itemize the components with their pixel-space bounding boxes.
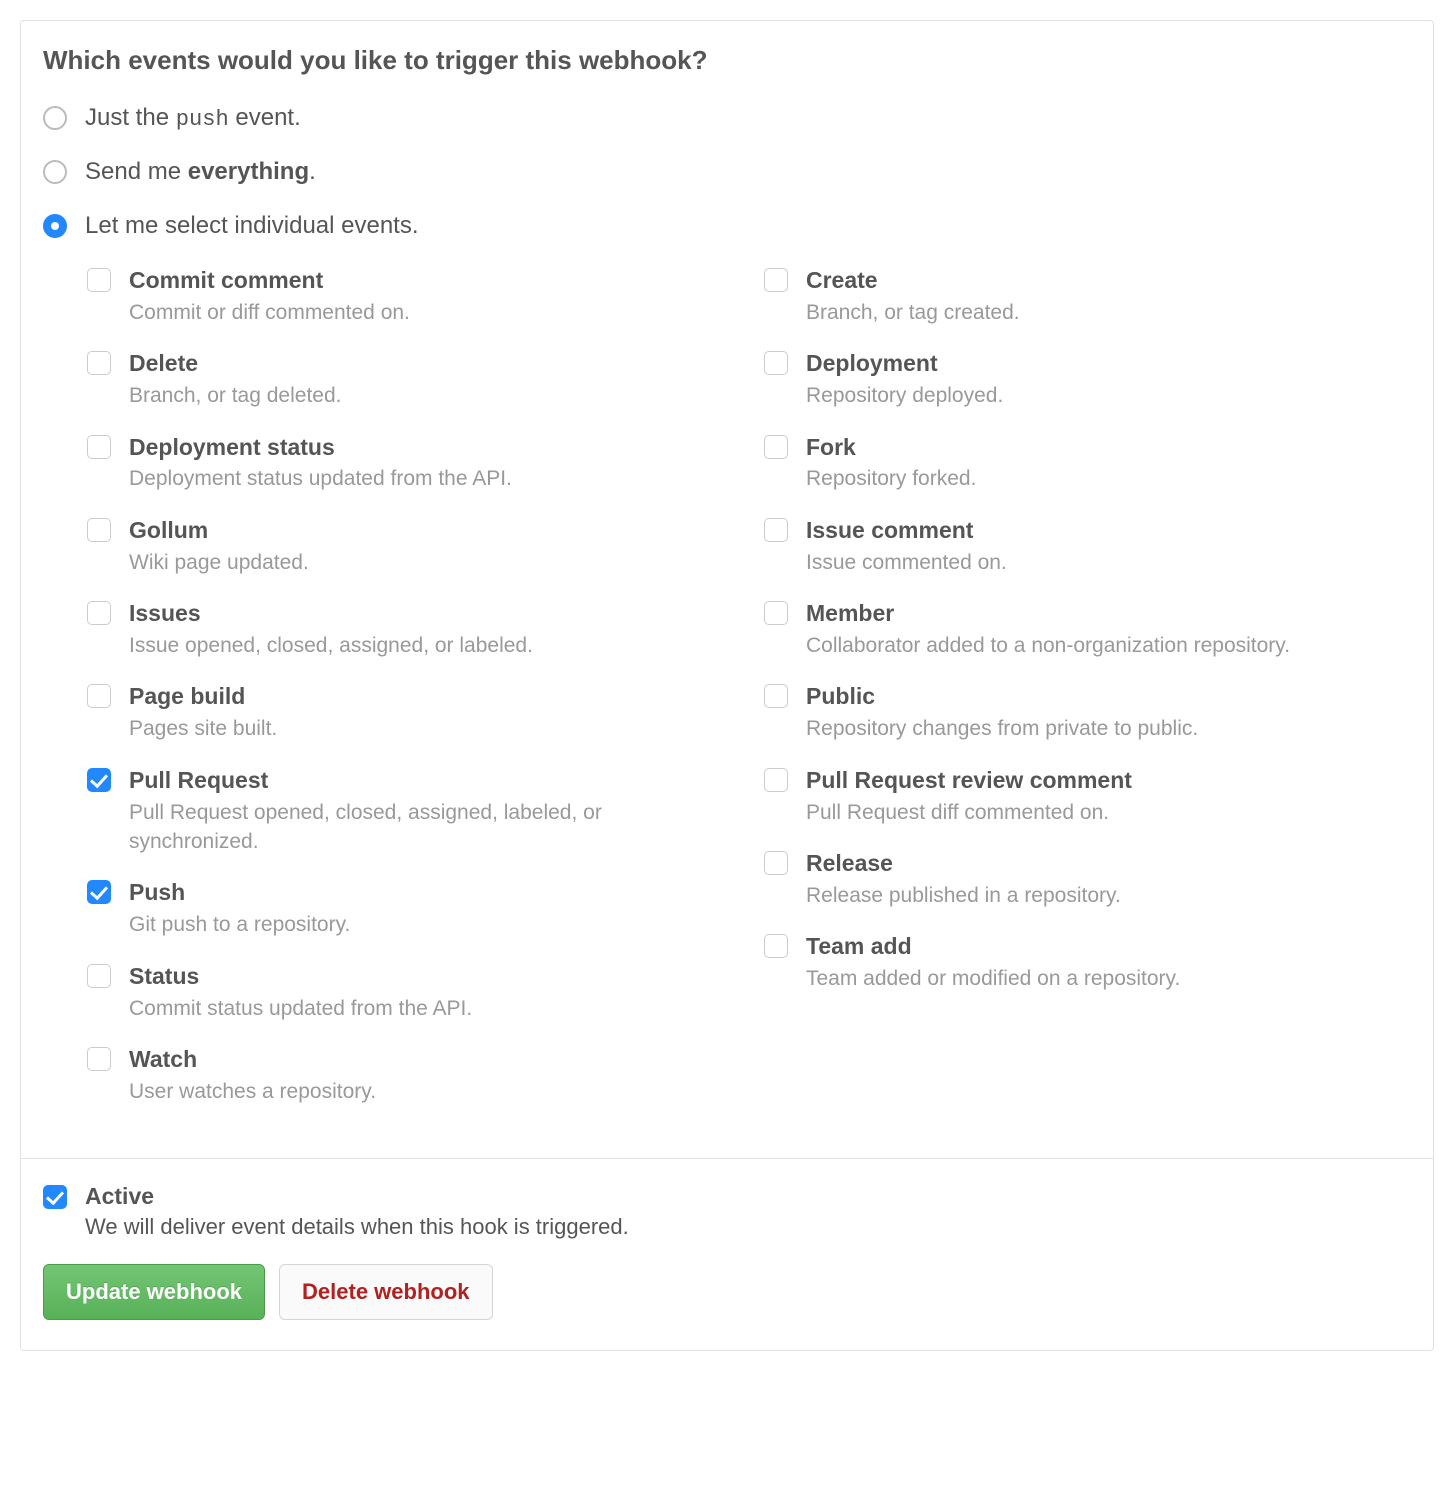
- event-title: Gollum: [129, 516, 724, 546]
- event-title: Issue comment: [806, 516, 1401, 546]
- event-checkbox-public[interactable]: [764, 684, 788, 708]
- event-title: Commit comment: [129, 266, 724, 296]
- event-checkbox-fork[interactable]: [764, 435, 788, 459]
- events-section: Which events would you like to trigger t…: [21, 21, 1433, 1158]
- event-push: PushGit push to a repository.: [87, 878, 734, 939]
- event-title: Fork: [806, 433, 1401, 463]
- trigger-option-individual[interactable]: Let me select individual events.: [43, 212, 1411, 240]
- trigger-option-label: Send me everything.: [85, 158, 316, 186]
- event-title: Public: [806, 682, 1401, 712]
- event-desc: Repository deployed.: [806, 381, 1401, 410]
- active-desc: We will deliver event details when this …: [85, 1214, 1411, 1240]
- event-issue-comment: Issue commentIssue commented on.: [764, 516, 1411, 577]
- event-desc: Team added or modified on a repository.: [806, 964, 1401, 993]
- event-pr-review-comment: Pull Request review commentPull Request …: [764, 766, 1411, 827]
- event-fork: ForkRepository forked.: [764, 433, 1411, 494]
- trigger-option-just-push[interactable]: Just the push event.: [43, 104, 1411, 132]
- event-desc: Deployment status updated from the API.: [129, 464, 724, 493]
- trigger-option-label: Just the push event.: [85, 104, 301, 132]
- event-title: Create: [806, 266, 1401, 296]
- event-desc: Branch, or tag deleted.: [129, 381, 724, 410]
- event-release: ReleaseRelease published in a repository…: [764, 849, 1411, 910]
- event-checkbox-pull-request[interactable]: [87, 768, 111, 792]
- event-member: MemberCollaborator added to a non-organi…: [764, 599, 1411, 660]
- event-checkbox-issues[interactable]: [87, 601, 111, 625]
- event-deployment-status: Deployment statusDeployment status updat…: [87, 433, 734, 494]
- event-title: Issues: [129, 599, 724, 629]
- event-desc: Pages site built.: [129, 714, 724, 743]
- event-title: Status: [129, 962, 724, 992]
- event-desc: Commit or diff commented on.: [129, 298, 724, 327]
- event-checkbox-status[interactable]: [87, 964, 111, 988]
- event-desc: Collaborator added to a non-organization…: [806, 631, 1401, 660]
- event-deployment: DeploymentRepository deployed.: [764, 349, 1411, 410]
- event-team-add: Team addTeam added or modified on a repo…: [764, 932, 1411, 993]
- event-desc: Pull Request diff commented on.: [806, 798, 1401, 827]
- event-public: PublicRepository changes from private to…: [764, 682, 1411, 743]
- event-checkbox-delete[interactable]: [87, 351, 111, 375]
- event-pull-request: Pull RequestPull Request opened, closed,…: [87, 766, 734, 857]
- event-checkbox-create[interactable]: [764, 268, 788, 292]
- event-desc: Repository forked.: [806, 464, 1401, 493]
- event-desc: Pull Request opened, closed, assigned, l…: [129, 798, 724, 857]
- event-commit-comment: Commit commentCommit or diff commented o…: [87, 266, 734, 327]
- active-section: Active We will deliver event details whe…: [21, 1158, 1433, 1350]
- event-desc: Branch, or tag created.: [806, 298, 1401, 327]
- event-desc: Git push to a repository.: [129, 910, 724, 939]
- event-status: StatusCommit status updated from the API…: [87, 962, 734, 1023]
- radio-everything[interactable]: [43, 160, 67, 184]
- event-issues: IssuesIssue opened, closed, assigned, or…: [87, 599, 734, 660]
- webhook-settings-panel: Which events would you like to trigger t…: [20, 20, 1434, 1351]
- trigger-option-label: Let me select individual events.: [85, 212, 419, 240]
- event-title: Pull Request review comment: [806, 766, 1401, 796]
- event-delete: DeleteBranch, or tag deleted.: [87, 349, 734, 410]
- event-title: Deployment: [806, 349, 1401, 379]
- active-checkbox[interactable]: [43, 1185, 67, 1209]
- events-col-right: CreateBranch, or tag created.DeploymentR…: [764, 266, 1411, 1128]
- event-title: Push: [129, 878, 724, 908]
- event-checkbox-pr-review-comment[interactable]: [764, 768, 788, 792]
- event-title: Release: [806, 849, 1401, 879]
- event-desc: Repository changes from private to publi…: [806, 714, 1401, 743]
- radio-individual[interactable]: [43, 214, 67, 238]
- trigger-option-everything[interactable]: Send me everything.: [43, 158, 1411, 186]
- event-title: Deployment status: [129, 433, 724, 463]
- event-checkbox-push[interactable]: [87, 880, 111, 904]
- event-checkbox-deployment[interactable]: [764, 351, 788, 375]
- event-title: Delete: [129, 349, 724, 379]
- events-grid: Commit commentCommit or diff commented o…: [87, 266, 1411, 1128]
- event-checkbox-deployment-status[interactable]: [87, 435, 111, 459]
- event-checkbox-commit-comment[interactable]: [87, 268, 111, 292]
- event-desc: Issue commented on.: [806, 548, 1401, 577]
- event-title: Team add: [806, 932, 1401, 962]
- event-title: Pull Request: [129, 766, 724, 796]
- event-checkbox-page-build[interactable]: [87, 684, 111, 708]
- button-row: Update webhook Delete webhook: [43, 1264, 1411, 1320]
- events-col-left: Commit commentCommit or diff commented o…: [87, 266, 734, 1128]
- event-desc: User watches a repository.: [129, 1077, 724, 1106]
- event-checkbox-member[interactable]: [764, 601, 788, 625]
- event-desc: Wiki page updated.: [129, 548, 724, 577]
- event-create: CreateBranch, or tag created.: [764, 266, 1411, 327]
- event-gollum: GollumWiki page updated.: [87, 516, 734, 577]
- event-checkbox-team-add[interactable]: [764, 934, 788, 958]
- event-page-build: Page buildPages site built.: [87, 682, 734, 743]
- event-checkbox-gollum[interactable]: [87, 518, 111, 542]
- event-checkbox-watch[interactable]: [87, 1047, 111, 1071]
- event-title: Watch: [129, 1045, 724, 1075]
- update-webhook-button[interactable]: Update webhook: [43, 1264, 265, 1320]
- event-desc: Commit status updated from the API.: [129, 994, 724, 1023]
- trigger-options: Just the push event. Send me everything. L…: [43, 104, 1411, 240]
- section-title: Which events would you like to trigger t…: [43, 45, 1411, 76]
- event-watch: WatchUser watches a repository.: [87, 1045, 734, 1106]
- radio-just-push[interactable]: [43, 106, 67, 130]
- event-checkbox-issue-comment[interactable]: [764, 518, 788, 542]
- event-title: Member: [806, 599, 1401, 629]
- delete-webhook-button[interactable]: Delete webhook: [279, 1264, 492, 1320]
- event-checkbox-release[interactable]: [764, 851, 788, 875]
- event-title: Page build: [129, 682, 724, 712]
- active-title: Active: [85, 1183, 1411, 1210]
- event-desc: Issue opened, closed, assigned, or label…: [129, 631, 724, 660]
- event-desc: Release published in a repository.: [806, 881, 1401, 910]
